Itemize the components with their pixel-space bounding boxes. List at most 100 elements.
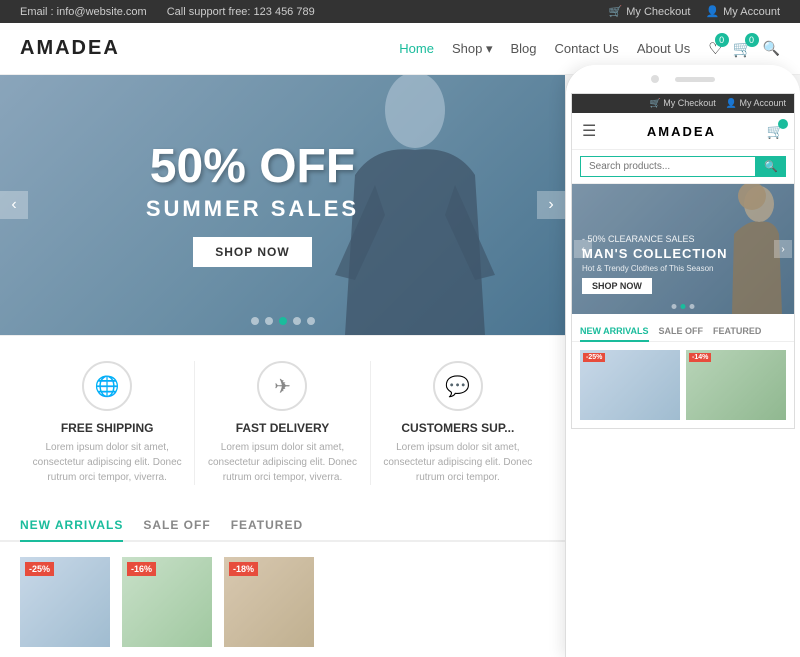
phone-product-2: -14%	[686, 350, 786, 420]
top-bar: Email : info@website.com Call support fr…	[0, 0, 800, 23]
nav-icons: ♡ 0 🛒 0 🔍	[708, 39, 780, 59]
phone-product-tabs: NEW ARRIVALS SALE OFF FEATURED	[572, 314, 794, 342]
delivery-desc: Lorem ipsum dolor sit amet, consectetur …	[205, 440, 359, 485]
hero-dot-4[interactable]	[293, 317, 301, 325]
product-tabs: NEW ARRIVALS SALE OFF FEATURED	[0, 500, 565, 542]
phone-hero-subtitle: Hot & Trendy Clothes of This Season	[582, 264, 727, 273]
delivery-icon: ✈	[257, 361, 307, 411]
phone-account-link[interactable]: 👤 My Account	[726, 98, 786, 109]
phone-product-grid: -25% -14%	[572, 342, 794, 428]
phone-dot-3[interactable]	[690, 304, 695, 309]
cart-badge: 0	[745, 33, 759, 47]
nav-contact[interactable]: Contact Us	[555, 41, 619, 56]
phone-cart-badge	[778, 119, 788, 129]
hero-dot-5[interactable]	[307, 317, 315, 325]
shipping-desc: Lorem ipsum dolor sit amet, consectetur …	[30, 440, 184, 485]
phone-top	[566, 65, 800, 93]
account-link[interactable]: 👤 My Account	[705, 5, 780, 18]
hero-dot-1[interactable]	[251, 317, 259, 325]
search-icon[interactable]: 🔍	[763, 40, 780, 57]
phone-mockup: 🛒 My Checkout 👤 My Account ☰ AMADEA 🛒 🔍	[565, 65, 800, 657]
support-desc: Lorem ipsum dolor sit amet, consectetur …	[381, 440, 535, 485]
phone-tab-new-arrivals[interactable]: NEW ARRIVALS	[580, 322, 649, 342]
feature-delivery: ✈ FAST DELIVERY Lorem ipsum dolor sit am…	[195, 361, 370, 485]
phone-discount-2: -14%	[689, 353, 711, 362]
hero-dot-2[interactable]	[265, 317, 273, 325]
shipping-icon: 🌐	[82, 361, 132, 411]
phone-dot-1[interactable]	[672, 304, 677, 309]
phone-topbar: 🛒 My Checkout 👤 My Account	[572, 94, 794, 113]
hero-content: 50% OFF SUMMER SALES SHOP NOW	[146, 143, 359, 267]
hero-discount: 50% OFF	[146, 143, 359, 191]
phone-hero-main-title: MAN'S COLLECTION	[582, 246, 727, 262]
top-bar-right: 🛒 My Checkout 👤 My Account	[609, 5, 780, 18]
hero-next-arrow[interactable]: ›	[537, 191, 565, 219]
feature-support: 💬 CUSTOMERS SUP... Lorem ipsum dolor sit…	[371, 361, 545, 485]
product-grid: -25% -16% -18%	[0, 542, 565, 657]
phone-top-row	[651, 75, 715, 83]
wishlist-cart-icon[interactable]: ♡ 0	[708, 39, 722, 59]
phone-product-image-2[interactable]: -14%	[686, 350, 786, 420]
phone-menu-icon[interactable]: ☰	[582, 121, 596, 141]
features-section: 🌐 FREE SHIPPING Lorem ipsum dolor sit am…	[0, 335, 565, 500]
phone-product-image-1[interactable]: -25%	[580, 350, 680, 420]
phone-discount-1: -25%	[583, 353, 605, 362]
phone-hero-text: - 50% CLEARANCE SALES MAN'S COLLECTION H…	[582, 234, 727, 294]
phone-screen: 🛒 My Checkout 👤 My Account ☰ AMADEA 🛒 🔍	[571, 93, 795, 429]
feature-shipping: 🌐 FREE SHIPPING Lorem ipsum dolor sit am…	[20, 361, 195, 485]
hero-shop-now-button[interactable]: SHOP NOW	[193, 237, 311, 267]
discount-badge-2: -16%	[127, 562, 156, 576]
hero-title: SUMMER SALES	[146, 196, 359, 222]
product-image-3[interactable]: -18%	[224, 557, 314, 647]
discount-badge-3: -18%	[229, 562, 258, 576]
product-image-1[interactable]: -25%	[20, 557, 110, 647]
hero-prev-arrow[interactable]: ‹	[0, 191, 28, 219]
product-card-2: -16%	[122, 557, 212, 647]
main-content: 50% OFF SUMMER SALES SHOP NOW ‹ › 🌐 FREE…	[0, 75, 800, 657]
tab-sale-off[interactable]: SALE OFF	[143, 510, 210, 540]
product-image-2[interactable]: -16%	[122, 557, 212, 647]
phone-camera	[651, 75, 659, 83]
top-bar-left: Email : info@website.com Call support fr…	[20, 6, 315, 18]
phone-dot-2[interactable]	[681, 304, 686, 309]
phone-hero-next[interactable]: ›	[774, 240, 792, 258]
product-card-3: -18%	[224, 557, 314, 647]
phone-cart-icon[interactable]: 🛒	[767, 123, 784, 140]
phone-info: Call support free: 123 456 789	[167, 6, 315, 18]
tab-featured[interactable]: FEATURED	[231, 510, 303, 540]
phone-tab-featured[interactable]: FEATURED	[713, 322, 761, 341]
support-title: CUSTOMERS SUP...	[381, 421, 535, 435]
email-info: Email : info@website.com	[20, 6, 147, 18]
nav-shop[interactable]: Shop ▾	[452, 41, 493, 57]
shipping-title: FREE SHIPPING	[30, 421, 184, 435]
hero-dots	[251, 317, 315, 325]
nav-about[interactable]: About Us	[637, 41, 690, 56]
wishlist-badge: 0	[715, 33, 729, 47]
phone-hero-small-text: - 50% CLEARANCE SALES	[582, 234, 727, 244]
hero-banner: 50% OFF SUMMER SALES SHOP NOW ‹ ›	[0, 75, 565, 335]
support-icon: 💬	[433, 361, 483, 411]
phone-hero-shop-button[interactable]: SHOP NOW	[582, 278, 652, 294]
left-section: 50% OFF SUMMER SALES SHOP NOW ‹ › 🌐 FREE…	[0, 75, 565, 657]
product-card-1: -25%	[20, 557, 110, 647]
phone-hero-dots	[672, 304, 695, 309]
delivery-title: FAST DELIVERY	[205, 421, 359, 435]
phone-product-1: -25%	[580, 350, 680, 420]
tab-new-arrivals[interactable]: NEW ARRIVALS	[20, 510, 123, 542]
phone-tab-sale-off[interactable]: SALE OFF	[659, 322, 704, 341]
checkout-link[interactable]: 🛒 My Checkout	[609, 5, 691, 18]
nav-home[interactable]: Home	[399, 41, 434, 56]
phone-checkout-link[interactable]: 🛒 My Checkout	[650, 98, 716, 109]
nav-blog[interactable]: Blog	[510, 41, 536, 56]
phone-search-bar: 🔍	[572, 150, 794, 184]
phone-search-input[interactable]	[580, 156, 756, 177]
phone-hero-banner: - 50% CLEARANCE SALES MAN'S COLLECTION H…	[572, 184, 794, 314]
phone-header: ☰ AMADEA 🛒	[572, 113, 794, 150]
phone-speaker	[675, 77, 715, 82]
cart-icon[interactable]: 🛒 0	[733, 39, 753, 59]
hero-dot-3[interactable]	[279, 317, 287, 325]
phone-hero-prev[interactable]: ‹	[574, 240, 592, 258]
phone-search-button[interactable]: 🔍	[756, 156, 786, 177]
main-nav: Home Shop ▾ Blog Contact Us About Us ♡ 0…	[399, 39, 780, 59]
phone-logo: AMADEA	[647, 124, 716, 139]
